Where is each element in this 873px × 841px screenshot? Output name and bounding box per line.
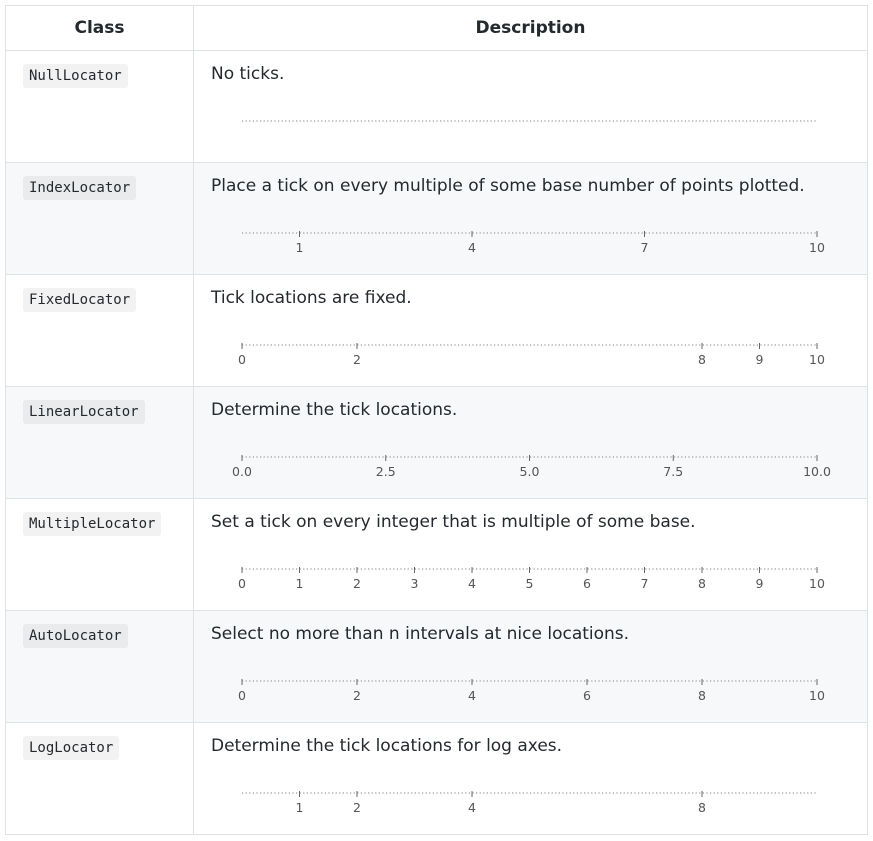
tick-label: 2 (353, 352, 361, 367)
tick-label: 1 (296, 800, 304, 815)
table-row: IndexLocator Place a tick on every multi… (5, 162, 868, 275)
locator-axis-fixed: 0 2 8 9 10 (224, 331, 825, 377)
table-row: NullLocator No ticks. (5, 50, 868, 163)
tick-label: 7 (641, 240, 649, 255)
tick-label: 0.0 (232, 464, 252, 479)
locator-axis-linear: 0.0 2.5 5.0 7.5 10.0 (224, 443, 831, 489)
tick-label: 5 (526, 576, 534, 591)
tick-label: 0 (238, 688, 246, 703)
table-row: FixedLocator Tick locations are fixed. 0… (5, 274, 868, 387)
class-name: NullLocator (23, 64, 128, 88)
class-cell: IndexLocator (5, 162, 194, 275)
axis-svg: 0.0 2.5 5.0 7.5 10.0 (232, 455, 831, 479)
tick-label: 8 (698, 352, 706, 367)
description-cell: Select no more than n intervals at nice … (193, 610, 868, 723)
table-header-row: Class Description (5, 5, 868, 51)
class-name: LinearLocator (23, 400, 145, 424)
description-cell: Place a tick on every multiple of some b… (193, 162, 868, 275)
class-cell: LogLocator (5, 722, 194, 835)
description-cell: Set a tick on every integer that is mult… (193, 498, 868, 611)
locator-table: Class Description NullLocator No ticks. … (5, 5, 868, 835)
description-text: No ticks. (211, 64, 285, 84)
description-text: Set a tick on every integer that is mult… (211, 512, 696, 532)
tick-label: 10 (809, 576, 825, 591)
tick-label: 10 (809, 688, 825, 703)
class-name: IndexLocator (23, 176, 137, 200)
tick-label: 2 (353, 576, 361, 591)
tick-label: 7.5 (663, 464, 683, 479)
class-name: AutoLocator (23, 624, 128, 648)
tick-label: 6 (583, 576, 591, 591)
description-text: Determine the tick locations. (211, 400, 458, 420)
tick-label: 4 (468, 688, 476, 703)
tick-label: 3 (411, 576, 419, 591)
table-row: LinearLocator Determine the tick locatio… (5, 386, 868, 499)
class-cell: LinearLocator (5, 386, 194, 499)
class-name: LogLocator (23, 736, 120, 760)
description-text: Tick locations are fixed. (211, 288, 412, 308)
axis-svg: 0 2 4 6 8 10 (238, 679, 825, 703)
description-cell: Determine the tick locations. 0.0 2.5 5.0 7… (193, 386, 868, 499)
header-class: Class (5, 5, 194, 51)
axis-svg (242, 120, 817, 122)
tick-label: 2.5 (376, 464, 396, 479)
tick-label: 5.0 (520, 464, 540, 479)
tick-label: 4 (468, 576, 476, 591)
class-cell: FixedLocator (5, 274, 194, 387)
description-cell: Determine the tick locations for log axe… (193, 722, 868, 835)
class-cell: AutoLocator (5, 610, 194, 723)
table-row: MultipleLocator Set a tick on every inte… (5, 498, 868, 611)
description-cell: No ticks. (193, 50, 868, 163)
locator-axis-null (224, 107, 824, 153)
tick-label: 8 (698, 576, 706, 591)
tick-label: 0 (238, 576, 246, 591)
locator-axis-log: 1 2 4 8 (224, 779, 824, 825)
description-cell: Tick locations are fixed. 0 2 8 9 10 (193, 274, 868, 387)
axis-svg: 0 2 8 9 10 (238, 343, 825, 367)
axis-svg: 1 4 7 10 (242, 231, 825, 255)
locator-axis-index: 1 4 7 10 (224, 219, 825, 265)
tick-label: 0 (238, 352, 246, 367)
table-row: LogLocator Determine the tick locations … (5, 722, 868, 835)
description-text: Determine the tick locations for log axe… (211, 736, 563, 756)
axis-svg: 0 1 2 3 4 5 6 7 8 9 10 (238, 567, 825, 591)
tick-label: 6 (583, 688, 591, 703)
tick-label: 1 (296, 576, 304, 591)
description-text: Place a tick on every multiple of some b… (211, 176, 805, 196)
axis-svg: 1 2 4 8 (242, 791, 817, 815)
tick-label: 4 (468, 240, 476, 255)
description-text: Select no more than n intervals at nice … (211, 624, 630, 644)
class-cell: MultipleLocator (5, 498, 194, 611)
table-row: AutoLocator Select no more than n interv… (5, 610, 868, 723)
tick-label: 7 (641, 576, 649, 591)
tick-label: 10.0 (803, 464, 831, 479)
tick-label: 10 (809, 240, 825, 255)
tick-label: 4 (468, 800, 476, 815)
tick-label: 2 (353, 800, 361, 815)
tick-label: 1 (296, 240, 304, 255)
class-cell: NullLocator (5, 50, 194, 163)
header-description: Description (193, 5, 868, 51)
tick-label: 9 (756, 352, 764, 367)
tick-label: 2 (353, 688, 361, 703)
class-name: FixedLocator (23, 288, 137, 312)
locator-axis-multiple: 0 1 2 3 4 5 6 7 8 9 10 (224, 555, 825, 601)
tick-label: 8 (698, 688, 706, 703)
tick-label: 8 (698, 800, 706, 815)
tick-label: 9 (756, 576, 764, 591)
tick-label: 10 (809, 352, 825, 367)
locator-axis-auto: 0 2 4 6 8 10 (224, 667, 825, 713)
class-name: MultipleLocator (23, 512, 162, 536)
